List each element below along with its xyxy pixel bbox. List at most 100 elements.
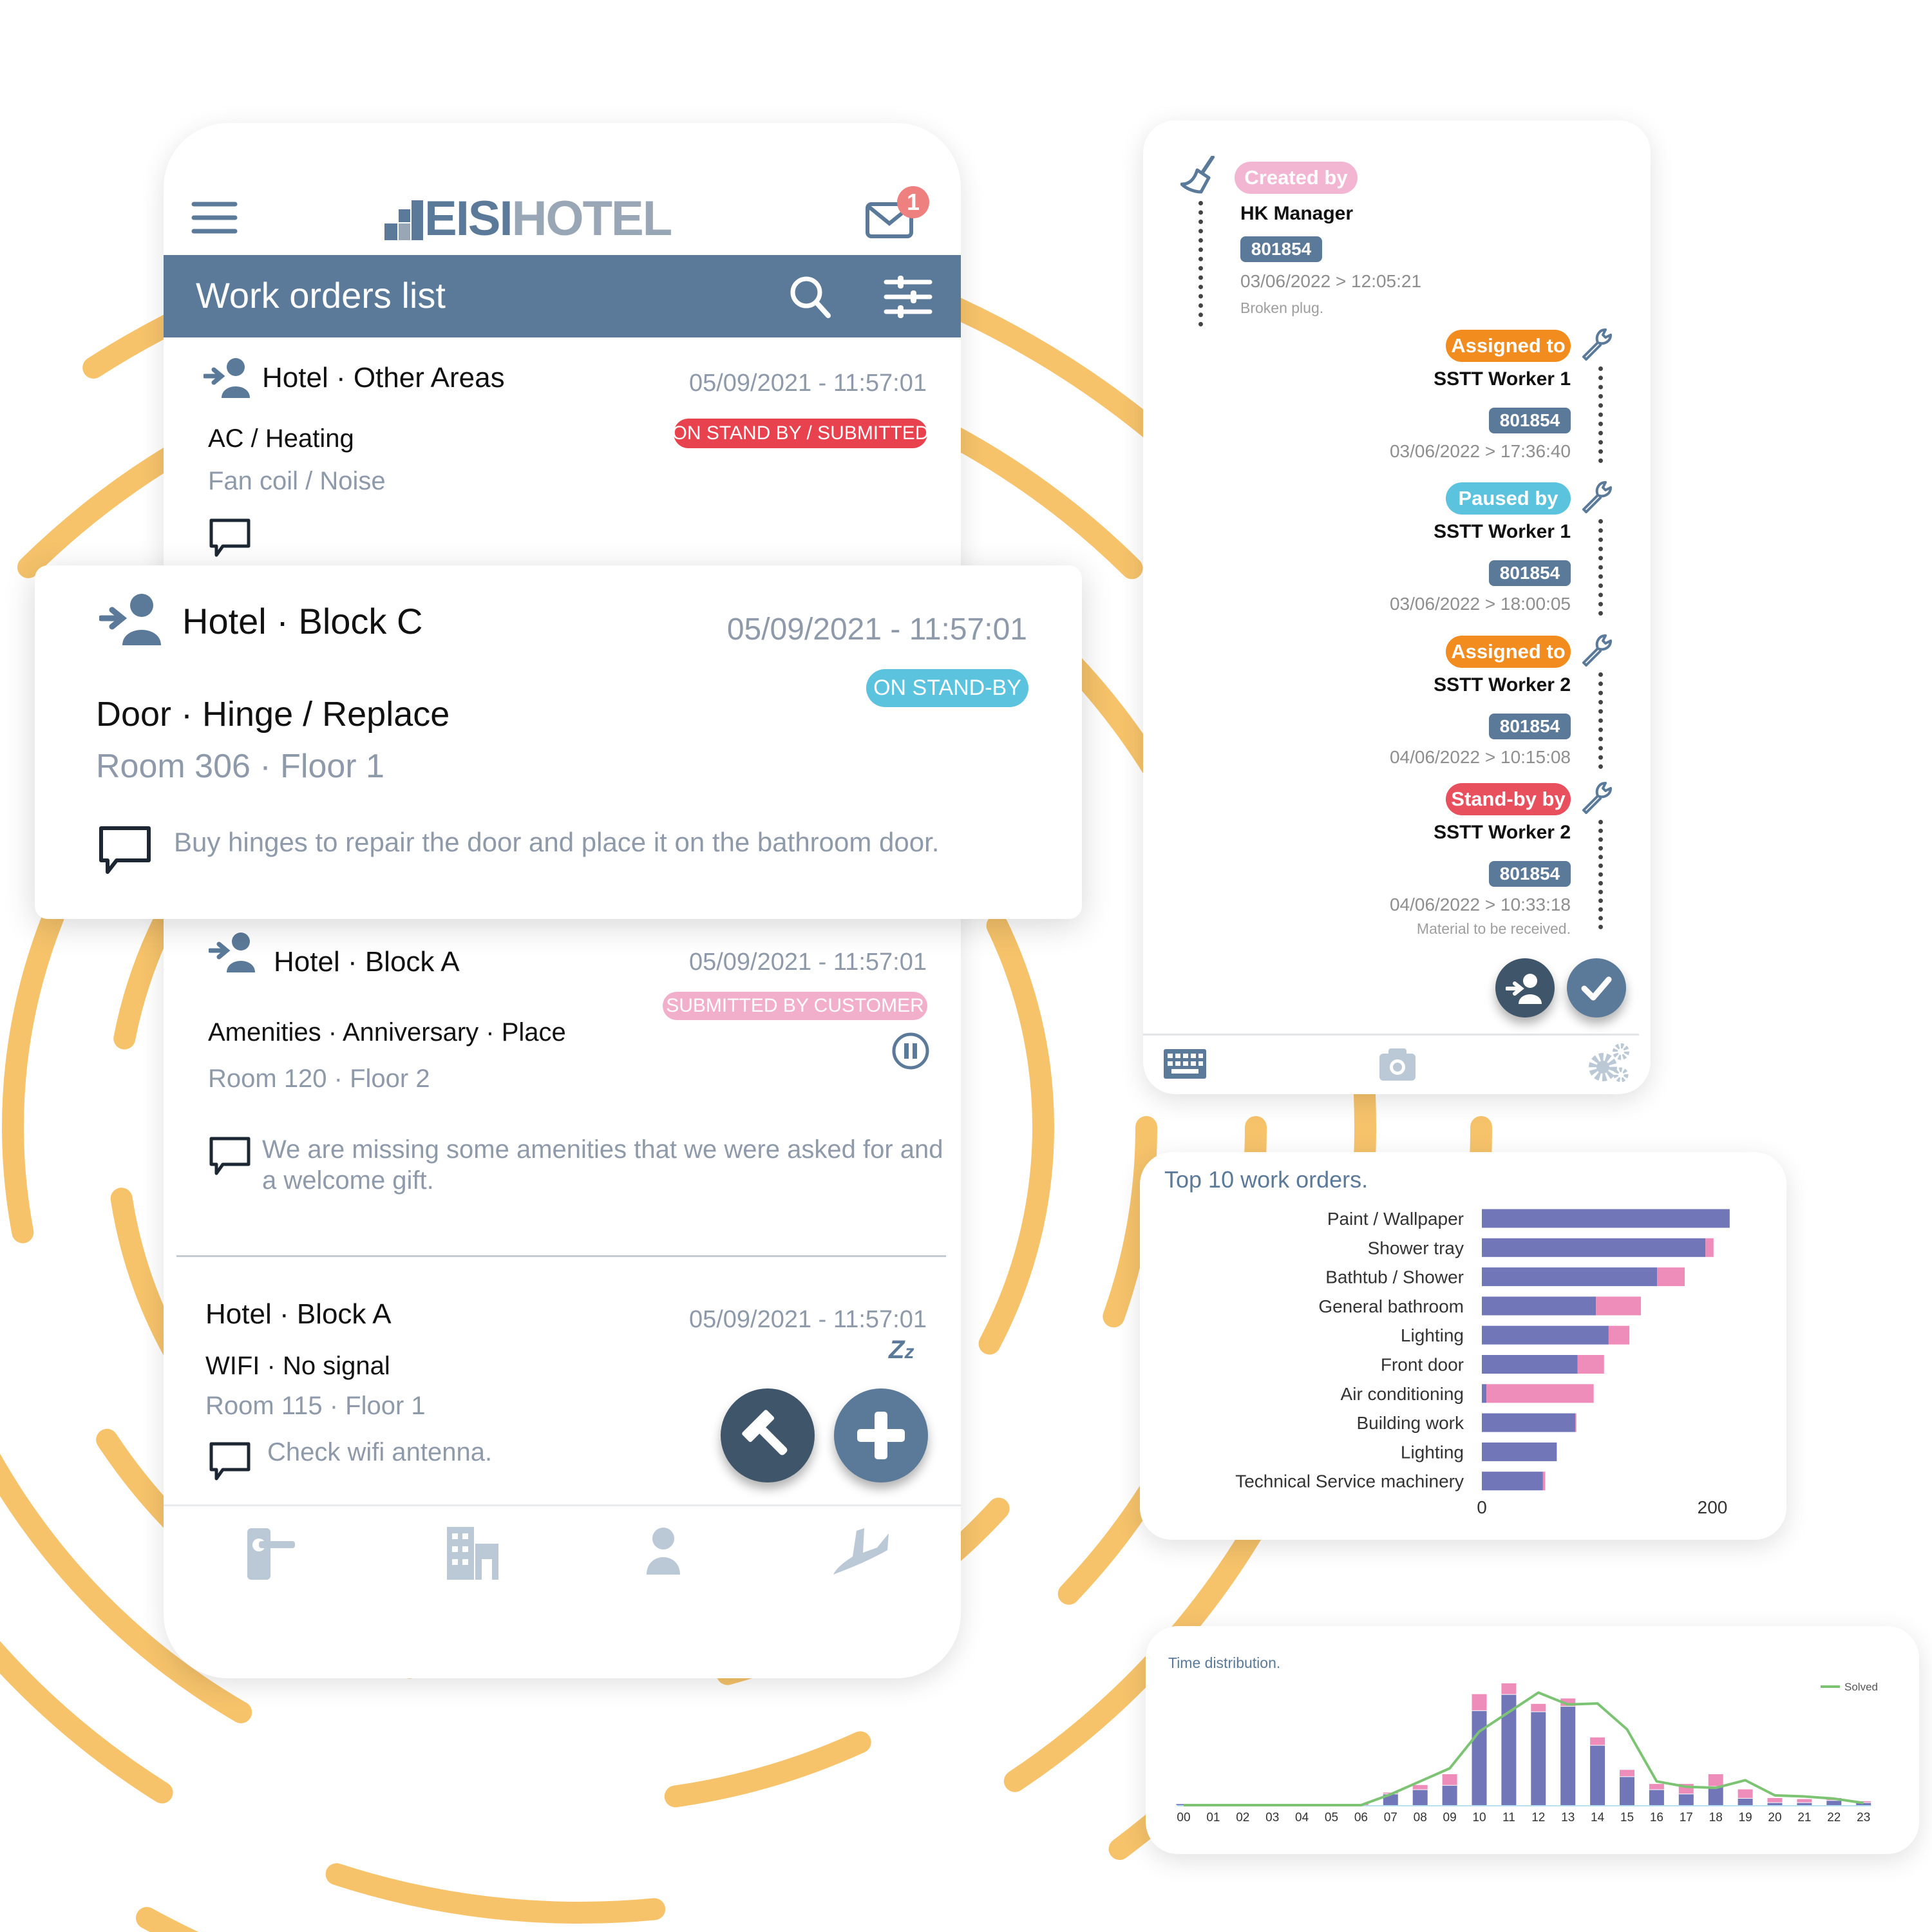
- bar-segment-primary: [1412, 1790, 1428, 1805]
- door-handle-icon[interactable]: [246, 1527, 298, 1581]
- bar-segment-primary: [1482, 1413, 1575, 1432]
- x-tick-label: 04: [1295, 1811, 1309, 1824]
- timeline-connector: [1598, 672, 1604, 769]
- wrench-icon: [1582, 634, 1612, 667]
- timeline-connector: [1598, 820, 1604, 929]
- bar-segment-secondary: [1442, 1774, 1457, 1785]
- work-order-detail: Fan coil / Noise: [208, 467, 386, 495]
- building-icon[interactable]: [446, 1526, 500, 1581]
- x-tick-label: 13: [1561, 1811, 1575, 1824]
- reassign-button[interactable]: [1495, 958, 1555, 1018]
- work-order-location: Hotel · Block A: [205, 1298, 392, 1330]
- legend-label-solved: Solved: [1844, 1681, 1878, 1693]
- bar-segment-secondary: [1575, 1413, 1577, 1432]
- bar-segment-secondary: [1649, 1784, 1664, 1790]
- top-10-bar-chart: Paint / Wallpaper Shower tray Bathtub / Sh…: [1235, 1209, 1730, 1517]
- filter-sliders-icon[interactable]: [884, 276, 933, 318]
- work-order-comment: Check wifi antenna.: [267, 1438, 493, 1466]
- complete-button[interactable]: [1567, 958, 1626, 1018]
- bar-segment-secondary: [1501, 1683, 1517, 1694]
- bar-segment-primary: [1482, 1325, 1609, 1345]
- timeline-user-id: 801854: [1240, 236, 1322, 262]
- header-bar: Work orders list: [164, 255, 961, 337]
- x-tick-label: 10: [1472, 1811, 1486, 1824]
- work-order-date: 05/09/2021 - 11:57:01: [688, 949, 927, 976]
- keyboard-icon[interactable]: [1164, 1049, 1206, 1079]
- work-order-category: AC / Heating: [208, 424, 354, 453]
- category-label: Paint / Wallpaper: [1327, 1209, 1464, 1229]
- bar-segment-secondary: [1531, 1703, 1546, 1712]
- bar-segment-secondary: [1708, 1774, 1723, 1786]
- timeline-note: Material to be received.: [1416, 920, 1571, 937]
- assign-person-icon: [1506, 974, 1542, 1004]
- x-tick-label: 12: [1531, 1811, 1545, 1824]
- x-tick-label: 23: [1857, 1811, 1870, 1824]
- timeline-user-id: 801854: [1489, 714, 1571, 739]
- pause-icon[interactable]: [891, 1032, 930, 1070]
- work-order-comment-continued: a welcome gift.: [262, 1166, 434, 1195]
- work-order-item[interactable]: Hotel · Block A 05/09/2021 - 11:57:01 SU…: [164, 915, 961, 1250]
- timeline-connector: [1598, 519, 1604, 616]
- bar-segment-secondary: [1620, 1770, 1634, 1777]
- status-badge: ON STAND-BY: [866, 669, 1028, 707]
- status-badge: SUBMITTED BY CUSTOMER: [663, 992, 927, 1020]
- tools-button[interactable]: [721, 1388, 815, 1482]
- x-tick-label: 11: [1502, 1811, 1515, 1824]
- page-title: Work orders list: [196, 275, 446, 316]
- broom-icon: [1180, 156, 1215, 194]
- bar-segment-secondary: [1608, 1325, 1630, 1345]
- x-tick-label: 03: [1265, 1811, 1279, 1824]
- bar-segment-primary: [1482, 1384, 1487, 1403]
- assign-person-icon: [99, 594, 161, 645]
- work-order-item[interactable]: Hotel · Other Areas 05/09/2021 - 11:57:0…: [164, 337, 961, 557]
- wrench-icon: [1582, 782, 1612, 814]
- mail-button[interactable]: 1: [865, 186, 936, 239]
- x-tick-label: 01: [1206, 1811, 1220, 1824]
- bar-segment-primary: [1738, 1798, 1753, 1805]
- x-tick-label: 19: [1739, 1811, 1752, 1824]
- x-tick-label: 07: [1384, 1811, 1397, 1824]
- timeline-date: 03/06/2022 > 17:36:40: [1389, 441, 1571, 461]
- category-label: Front door: [1381, 1355, 1464, 1375]
- solved-line: [1184, 1691, 1864, 1806]
- category-label: Technical Service machinery: [1235, 1472, 1464, 1492]
- timeline-user-name: SSTT Worker 2: [1434, 674, 1571, 696]
- comment-icon: [209, 518, 251, 557]
- work-order-comment: Buy hinges to repair the door and place …: [174, 827, 940, 857]
- x-tick-label: 16: [1650, 1811, 1663, 1824]
- work-order-card-expanded[interactable]: Hotel · Block C 05/09/2021 - 11:57:01 ON…: [35, 565, 1082, 919]
- assign-person-icon: [204, 358, 250, 398]
- category-label: Shower tray: [1368, 1238, 1464, 1258]
- logo-text-hotel: HOTEL: [511, 191, 673, 246]
- bar-segment-secondary: [1472, 1694, 1487, 1710]
- mail-count-badge: 1: [897, 186, 929, 218]
- logo-text-eisi: EISI: [424, 191, 513, 246]
- bar-segment-primary: [1482, 1355, 1578, 1374]
- work-order-detail: Room 120 · Floor 2: [208, 1065, 430, 1093]
- x-tick-label: 200: [1698, 1497, 1728, 1517]
- bar-segment-secondary: [1705, 1238, 1714, 1257]
- wrench-icon: [1582, 481, 1612, 513]
- camera-icon[interactable]: [1378, 1046, 1417, 1082]
- timeline-date: 04/06/2022 > 10:33:18: [1389, 895, 1571, 914]
- person-icon[interactable]: [644, 1526, 683, 1577]
- timeline-connector: [1198, 201, 1204, 327]
- checkmark-icon: [1581, 976, 1612, 1001]
- work-order-date: 05/09/2021 - 11:57:01: [726, 612, 1027, 647]
- x-tick-label: 09: [1443, 1811, 1457, 1824]
- work-order-date: 05/09/2021 - 11:57:01: [688, 370, 927, 397]
- x-tick-label: 21: [1797, 1811, 1811, 1824]
- add-work-order-button[interactable]: [834, 1388, 928, 1482]
- panel-divider: [1143, 1034, 1639, 1036]
- eisihotel-logo: EISI HOTEL: [384, 191, 673, 246]
- plane-icon[interactable]: [831, 1527, 893, 1576]
- bar-segment-secondary: [1412, 1785, 1428, 1790]
- work-order-category: Door · Hinge / Replace: [96, 695, 450, 734]
- search-icon[interactable]: [788, 274, 833, 319]
- hamburger-menu-icon[interactable]: [191, 201, 238, 234]
- x-tick-label: 18: [1709, 1811, 1723, 1824]
- settings-gears-icon[interactable]: [1587, 1041, 1631, 1084]
- work-order-detail: Room 306 · Floor 1: [96, 748, 384, 785]
- timeline-action-badge: Assigned to: [1446, 330, 1571, 362]
- x-tick-label: 05: [1325, 1811, 1338, 1824]
